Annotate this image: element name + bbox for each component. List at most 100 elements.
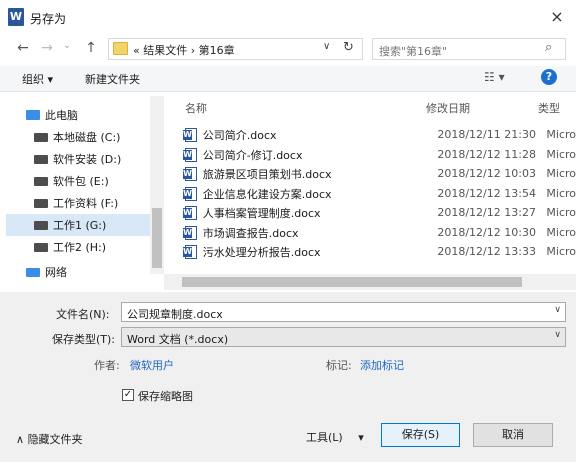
file-row[interactable]: 污水处理分析报告.docx 2018/12/12 13:33 Micro — [183, 242, 576, 261]
breadcrumb: « 结果文件 › 第16章 — [133, 42, 235, 58]
word-document-icon — [183, 127, 197, 142]
sidebar-item-label: 工作2 (H:) — [53, 241, 107, 254]
author-label: 作者: — [94, 359, 120, 372]
file-type: Micro — [546, 206, 576, 219]
dialog-title: 另存为 — [30, 12, 67, 26]
file-date: 2018/12/12 10:30 — [437, 226, 536, 239]
breadcrumb-item-chapter16[interactable]: 第16章 — [199, 44, 235, 57]
file-row[interactable]: 市场调查报告.docx 2018/12/12 10:30 Micro — [183, 223, 576, 242]
hide-folders-label: 隐藏文件夹 — [27, 433, 83, 446]
filename-value: 公司规章制度.docx — [127, 308, 223, 321]
file-row[interactable]: 企业信息化建设方案.docx 2018/12/12 13:54 Micro — [183, 184, 576, 203]
drive-icon — [34, 242, 48, 252]
breadcrumb-overflow[interactable]: « — [133, 44, 140, 57]
file-row[interactable]: 公司简介-修订.docx 2018/12/12 11:28 Micro — [183, 145, 576, 164]
file-row[interactable]: 公司简介.docx 2018/12/11 21:30 Micro — [183, 125, 576, 144]
back-arrow-icon[interactable]: ← — [14, 40, 32, 56]
tags-label: 标记: — [326, 359, 352, 372]
sidebar-item-label: 软件安装 (D:) — [53, 153, 122, 166]
filetype-label: 保存类型(T): — [52, 333, 116, 346]
file-type: Micro — [546, 187, 576, 200]
breadcrumb-separator[interactable]: › — [191, 44, 195, 57]
save-thumbnail-checkbox[interactable]: ✓ — [122, 389, 134, 401]
sidebar-item-drive-g[interactable]: 工作1 (G:) — [6, 214, 150, 236]
file-name: 污水处理分析报告.docx — [202, 245, 321, 259]
save-thumbnail-label[interactable]: 保存缩略图 — [138, 388, 193, 404]
word-document-icon — [183, 205, 197, 220]
file-date: 2018/12/12 13:54 — [437, 187, 536, 200]
tools-menu-button[interactable]: 工具(L) ▾ — [306, 429, 364, 445]
filetype-value: Word 文档 (*.docx) — [127, 333, 229, 346]
refresh-icon[interactable]: ↻ — [343, 40, 354, 55]
hide-folders-toggle[interactable]: ∧ 隐藏文件夹 — [16, 431, 83, 447]
file-date: 2018/12/12 13:33 — [437, 245, 536, 258]
file-name: 旅游景区项目策划书.docx — [202, 167, 332, 181]
chevron-down-icon[interactable]: ∨ — [554, 305, 561, 315]
forward-arrow-icon[interactable]: → — [38, 40, 56, 56]
navigation-scroll-thumb[interactable] — [152, 208, 162, 268]
horizontal-scroll-thumb[interactable] — [182, 277, 522, 287]
up-folder-icon[interactable]: ↑ — [82, 40, 100, 56]
word-document-icon — [183, 186, 197, 201]
navigation-pane: 此电脑 本地磁盘 (C:) 软件安装 (D:) 软件包 (E:) 工作资料 (F… — [0, 96, 152, 279]
file-date: 2018/12/12 11:28 — [437, 148, 536, 161]
close-icon[interactable]: × — [546, 6, 568, 28]
add-tags-link[interactable]: 添加标记 — [360, 357, 404, 373]
word-app-icon: W — [8, 8, 24, 26]
drive-icon — [34, 198, 48, 208]
search-placeholder: 搜索"第16章" — [379, 45, 448, 58]
sidebar-item-label: 网络 — [45, 266, 67, 279]
filename-label: 文件名(N): — [56, 308, 110, 321]
column-header-name[interactable]: 名称 — [185, 100, 207, 116]
file-type: Micro — [546, 128, 576, 141]
drive-icon — [34, 176, 48, 186]
author-value[interactable]: 微软用户 — [130, 357, 174, 373]
tools-dropdown-icon: ▾ — [358, 431, 364, 444]
file-date: 2018/12/12 13:27 — [437, 206, 536, 219]
file-row[interactable]: 旅游景区项目策划书.docx 2018/12/12 10:03 Micro — [183, 164, 576, 183]
sidebar-item-label: 工作资料 (F:) — [53, 197, 119, 210]
file-date: 2018/12/12 10:03 — [437, 167, 536, 180]
title-bar — [0, 0, 576, 36]
word-document-icon — [183, 147, 197, 162]
drive-icon — [34, 132, 48, 142]
drive-icon — [34, 220, 48, 230]
search-input[interactable]: 搜索"第16章" ⌕ — [372, 38, 566, 60]
folder-icon — [113, 42, 128, 55]
tools-label: 工具(L) — [306, 431, 343, 444]
column-header-date[interactable]: 修改日期 — [426, 100, 470, 116]
file-name: 公司简介-修订.docx — [202, 148, 303, 162]
file-type: Micro — [546, 226, 576, 239]
file-name: 人事档案管理制度.docx — [202, 206, 321, 220]
sidebar-item-label: 本地磁盘 (C:) — [53, 131, 121, 144]
new-folder-button[interactable]: 新建文件夹 — [85, 71, 140, 87]
address-bar[interactable]: « 结果文件 › 第16章 ∨ ↻ — [108, 38, 363, 60]
file-type: Micro — [546, 167, 576, 180]
sidebar-item-label: 此电脑 — [45, 109, 78, 122]
cancel-button[interactable]: 取消 — [473, 423, 553, 447]
drive-icon — [34, 154, 48, 164]
view-options-icon[interactable]: ☷ ▾ — [484, 70, 505, 84]
chevron-down-icon[interactable]: ∨ — [554, 330, 561, 340]
file-date: 2018/12/11 21:30 — [437, 128, 536, 141]
word-document-icon — [183, 225, 197, 240]
help-icon[interactable]: ? — [541, 69, 557, 85]
computer-icon — [26, 110, 40, 120]
word-document-icon — [183, 244, 197, 259]
recent-locations-icon[interactable]: ⌄ — [58, 40, 76, 51]
filetype-select[interactable]: Word 文档 (*.docx) ∨ — [121, 327, 566, 347]
address-dropdown-icon[interactable]: ∨ — [323, 41, 330, 52]
file-name: 企业信息化建设方案.docx — [202, 187, 332, 201]
column-header-type[interactable]: 类型 — [538, 100, 560, 116]
file-row[interactable]: 人事档案管理制度.docx 2018/12/12 13:27 Micro — [183, 203, 576, 222]
breadcrumb-item-results[interactable]: 结果文件 — [143, 44, 187, 57]
word-document-icon — [183, 166, 197, 181]
file-name: 公司简介.docx — [202, 128, 277, 142]
file-name: 市场调查报告.docx — [202, 226, 299, 240]
file-type: Micro — [546, 245, 576, 258]
save-button[interactable]: 保存(S) — [381, 423, 460, 447]
organize-menu-button[interactable]: 组织 ▾ — [22, 71, 53, 87]
search-icon[interactable]: ⌕ — [545, 40, 552, 55]
filename-field[interactable]: 公司规章制度.docx ∨ — [121, 302, 566, 322]
chevron-up-icon: ∧ — [16, 433, 28, 446]
